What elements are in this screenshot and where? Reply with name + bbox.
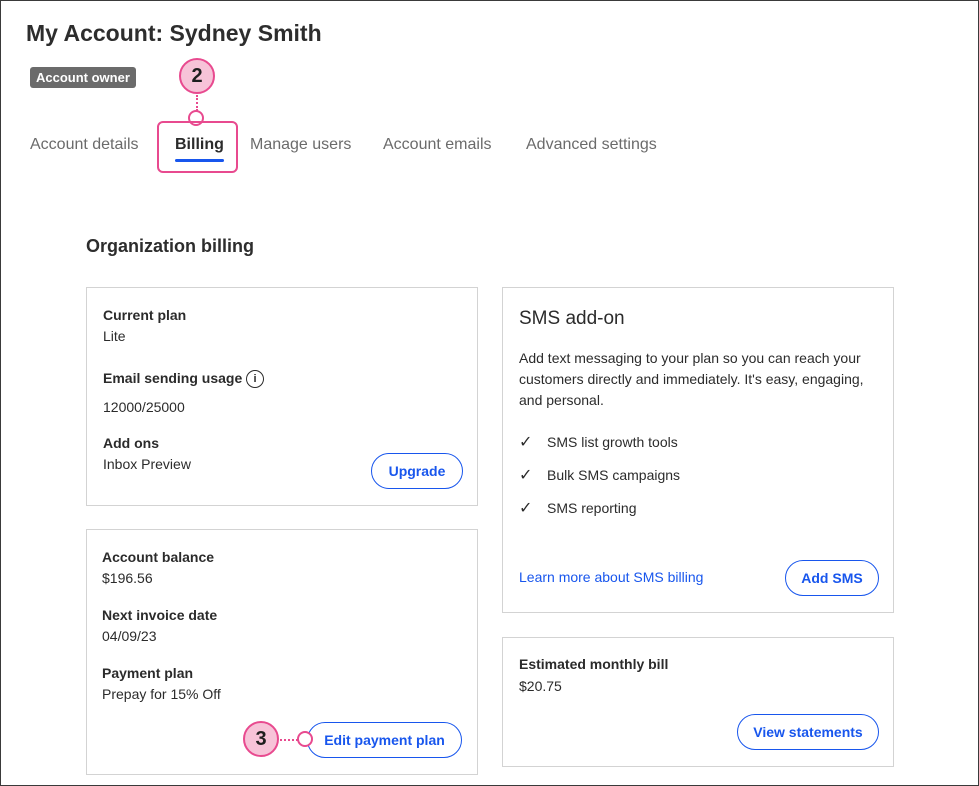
feature-item: ✓ SMS list growth tools (519, 432, 678, 452)
feature-label: SMS list growth tools (547, 434, 678, 450)
sms-description: Add text messaging to your plan so you c… (519, 350, 864, 408)
estimated-bill-card: Estimated monthly bill $20.75 View state… (502, 637, 894, 767)
page-title: My Account: Sydney Smith (26, 20, 322, 46)
edit-payment-plan-button[interactable]: Edit payment plan (307, 722, 462, 758)
payment-plan-value: Prepay for 15% Off (102, 686, 221, 702)
account-owner-badge: Account owner (30, 67, 136, 88)
checkmark-icon: ✓ (519, 467, 533, 484)
sms-addon-card: SMS add-on Add text messaging to your pl… (502, 287, 894, 613)
view-statements-button[interactable]: View statements (737, 714, 879, 750)
balance-label: Account balance (102, 549, 215, 565)
feature-item: ✓ Bulk SMS campaigns (519, 465, 680, 485)
usage-value: 12000/25000 (103, 399, 185, 415)
payment-plan-label: Payment plan (102, 665, 194, 681)
tab-account-details[interactable]: Account details (30, 136, 139, 154)
usage-label: Email sending usage (103, 370, 243, 386)
callout-anchor-dot (297, 731, 313, 747)
learn-more-sms-link[interactable]: Learn more about SMS billing (519, 569, 703, 585)
balance-value: $196.56 (102, 570, 153, 586)
current-plan-value: Lite (103, 328, 126, 344)
sms-title: SMS add-on (519, 308, 625, 329)
estimated-bill-label: Estimated monthly bill (519, 656, 669, 672)
feature-item: ✓ SMS reporting (519, 498, 636, 518)
tab-manage-users[interactable]: Manage users (250, 136, 351, 154)
current-plan-label: Current plan (103, 307, 187, 323)
info-icon[interactable]: i (246, 370, 264, 388)
feature-label: SMS reporting (547, 500, 637, 516)
checkmark-icon: ✓ (519, 500, 533, 517)
callout-connector (280, 739, 298, 741)
tab-billing[interactable]: Billing (175, 136, 224, 162)
tab-advanced-settings[interactable]: Advanced settings (526, 136, 657, 154)
checkmark-icon: ✓ (519, 434, 533, 451)
section-title: Organization billing (86, 236, 254, 256)
estimated-bill-value: $20.75 (519, 678, 562, 694)
plan-card: Current plan Lite Email sending usage i … (86, 287, 478, 506)
callout-connector (196, 95, 198, 111)
upgrade-button[interactable]: Upgrade (371, 453, 463, 489)
addons-label: Add ons (103, 435, 159, 451)
step-callout-2: 2 (179, 58, 215, 94)
add-sms-button[interactable]: Add SMS (785, 560, 879, 596)
step-callout-3: 3 (243, 721, 279, 757)
invoice-label: Next invoice date (102, 607, 218, 623)
feature-label: Bulk SMS campaigns (547, 467, 681, 483)
tab-account-emails[interactable]: Account emails (383, 136, 492, 154)
addons-value: Inbox Preview (103, 456, 191, 472)
invoice-value: 04/09/23 (102, 628, 157, 644)
